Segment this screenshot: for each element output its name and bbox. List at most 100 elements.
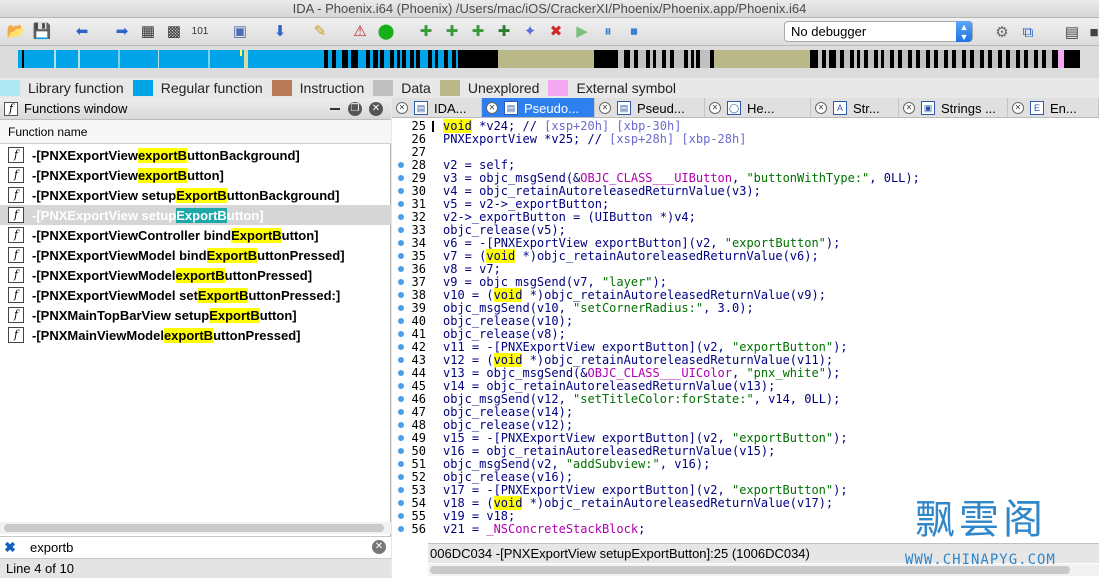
breakpoint-dot[interactable] bbox=[398, 266, 404, 272]
tab-pseudocode[interactable]: ✕ ▤ Pseudo... bbox=[482, 98, 595, 117]
clear-search-icon[interactable]: ✕ bbox=[372, 540, 386, 554]
play-icon[interactable]: ▶ bbox=[570, 21, 594, 43]
help-icon[interactable]: ▤ bbox=[1060, 21, 1084, 43]
close-tab-icon[interactable]: ✕ bbox=[599, 102, 611, 114]
run-green-icon[interactable]: ⬤ bbox=[374, 21, 398, 43]
breakpoint-dot[interactable] bbox=[398, 175, 404, 181]
code-token: v21 = bbox=[443, 522, 487, 536]
warning-icon[interactable]: ⚠ bbox=[348, 21, 372, 43]
breakpoint-dot[interactable] bbox=[398, 318, 404, 324]
function-row[interactable]: f -[PNXExportViewModel bind ExportB uttonPr… bbox=[0, 245, 391, 265]
breakpoint-dot[interactable] bbox=[398, 162, 404, 168]
navigation-bar[interactable] bbox=[18, 50, 1080, 68]
add-func-icon[interactable]: ✚ bbox=[414, 21, 438, 43]
restore-icon[interactable]: ❐ bbox=[348, 102, 362, 116]
breakpoint-dot[interactable] bbox=[398, 214, 404, 220]
code-token: "pnx_white" bbox=[746, 366, 826, 380]
save-icon[interactable]: 💾 bbox=[30, 21, 54, 43]
nav-segment bbox=[894, 50, 898, 68]
breakpoint-dot[interactable] bbox=[398, 253, 404, 259]
edit-func-icon[interactable]: ✦ bbox=[518, 21, 542, 43]
xref-icon[interactable]: ✎ bbox=[308, 21, 332, 43]
open-icon[interactable]: 📂 bbox=[4, 21, 28, 43]
horizontal-scrollbar[interactable] bbox=[0, 522, 391, 534]
add-enum-icon[interactable]: ✚ bbox=[466, 21, 490, 43]
breakpoint-dot[interactable] bbox=[398, 240, 404, 246]
stop-icon[interactable]: ⏹ bbox=[622, 21, 646, 43]
close-tab-icon[interactable]: ✕ bbox=[1012, 102, 1024, 114]
function-row[interactable]: f -[PNXExportView setup ExportB uttonBackgr… bbox=[0, 185, 391, 205]
breakpoint-dot[interactable] bbox=[398, 435, 404, 441]
tab-pseudocode[interactable]: ✕ ▤ Pseud... bbox=[595, 98, 705, 117]
function-row[interactable]: f -[PNXExportView exportB uttonBackground] bbox=[0, 145, 391, 165]
tab-enums[interactable]: ✕ E En... bbox=[1008, 98, 1099, 117]
function-row[interactable]: f -[PNXExportView exportB utton] bbox=[0, 165, 391, 185]
breakpoint-dot[interactable] bbox=[398, 422, 404, 428]
data-icon[interactable]: ▩ bbox=[162, 21, 186, 43]
struct-icon[interactable]: ▣ bbox=[228, 21, 252, 43]
breakpoint-dot[interactable] bbox=[398, 292, 404, 298]
breakpoint-dot[interactable] bbox=[398, 188, 404, 194]
scrollbar-thumb[interactable] bbox=[4, 524, 384, 532]
function-row[interactable]: f -[PNXMainTopBarView setup ExportB utton] bbox=[0, 305, 391, 325]
tab-hex[interactable]: ✕ ◯ He... bbox=[705, 98, 811, 117]
close-tab-icon[interactable]: ✕ bbox=[709, 102, 721, 114]
breakpoint-dot[interactable] bbox=[398, 461, 404, 467]
close-tab-icon[interactable]: ✕ bbox=[486, 102, 498, 114]
add-segment-icon[interactable]: ✚ bbox=[492, 21, 516, 43]
function-name-column-header[interactable]: Function name bbox=[0, 120, 391, 144]
breakpoint-dot[interactable] bbox=[398, 344, 404, 350]
breakpoint-dot[interactable] bbox=[398, 409, 404, 415]
binary-icon[interactable]: 101 bbox=[188, 21, 212, 43]
attach-icon[interactable]: ⧉ bbox=[1016, 21, 1040, 43]
breakpoint-dot[interactable] bbox=[398, 201, 404, 207]
code-line[interactable]: 26 PNXExportView *v25; // [xsp+28h] [xbp-… bbox=[392, 133, 1099, 146]
breakpoint-dot[interactable] bbox=[398, 474, 404, 480]
breakpoint-dot[interactable] bbox=[398, 487, 404, 493]
breakpoint-dot[interactable] bbox=[398, 448, 404, 454]
pause-icon[interactable]: ⏸ bbox=[596, 21, 620, 43]
breakpoint-dot[interactable] bbox=[398, 383, 404, 389]
function-row[interactable]: f -[PNXExportViewController bind ExportB ut… bbox=[0, 225, 391, 245]
code-token: "addSubview:" bbox=[565, 457, 660, 471]
close-filter-icon[interactable]: ✖ bbox=[0, 539, 20, 556]
back-icon[interactable]: ⬅ bbox=[70, 21, 94, 43]
code-token: v2->_exportButton = (UIButton *)v4; bbox=[443, 210, 696, 224]
tab-strings[interactable]: ✕ ▣ Strings ... bbox=[899, 98, 1008, 117]
breakpoint-dot[interactable] bbox=[398, 396, 404, 402]
debugger-select[interactable]: No debugger ▲ ▼ bbox=[784, 21, 973, 42]
search-input[interactable]: exportb bbox=[30, 540, 73, 555]
close-tab-icon[interactable]: ✕ bbox=[815, 102, 827, 114]
forward-icon[interactable]: ➡ bbox=[110, 21, 134, 43]
pseudocode-view[interactable]: 25 void *v24; // [xsp+20h] [xbp-30h] 26 PNX… bbox=[392, 118, 1099, 538]
code-token: ); bbox=[652, 275, 667, 289]
jump-icon[interactable]: ⬇ bbox=[268, 21, 292, 43]
tab-structures[interactable]: ✕ A Str... bbox=[811, 98, 899, 117]
close-tab-icon[interactable]: ✕ bbox=[396, 102, 408, 114]
function-row[interactable]: f -[PNXExportViewModel exportB uttonPresse… bbox=[0, 265, 391, 285]
type-icon[interactable]: ▦ bbox=[136, 21, 160, 43]
breakpoint-dot[interactable] bbox=[398, 370, 404, 376]
close-tab-icon[interactable]: ✕ bbox=[903, 102, 915, 114]
exit-icon[interactable]: ■ bbox=[1082, 21, 1099, 43]
function-row[interactable]: f -[PNXExportView setup ExportB utton] bbox=[0, 205, 391, 225]
breakpoint-dot[interactable] bbox=[398, 500, 404, 506]
add-struct-icon[interactable]: ✚ bbox=[440, 21, 464, 43]
panel-dock-icon[interactable] bbox=[330, 100, 340, 110]
breakpoint-dot[interactable] bbox=[398, 526, 404, 532]
debugger-icon[interactable]: ⚙ bbox=[990, 21, 1014, 43]
function-row[interactable]: f -[PNXMainViewModel exportB uttonPressed] bbox=[0, 325, 391, 345]
breakpoint-dot[interactable] bbox=[398, 279, 404, 285]
function-row[interactable]: f -[PNXExportViewModel set ExportB uttonPre… bbox=[0, 285, 391, 305]
legend-label: External symbol bbox=[576, 80, 677, 96]
tab-ida-view[interactable]: ✕ ▤ IDA... bbox=[392, 98, 482, 117]
text-cursor bbox=[432, 121, 434, 132]
function-name-part: -[PNXExportView setup bbox=[32, 187, 177, 203]
breakpoint-dot[interactable] bbox=[398, 227, 404, 233]
close-icon[interactable]: ✕ bbox=[369, 102, 383, 116]
breakpoint-dot[interactable] bbox=[398, 331, 404, 337]
breakpoint-dot[interactable] bbox=[398, 513, 404, 519]
breakpoint-dot[interactable] bbox=[398, 357, 404, 363]
delete-icon[interactable]: ✖ bbox=[544, 21, 568, 43]
breakpoint-dot[interactable] bbox=[398, 305, 404, 311]
